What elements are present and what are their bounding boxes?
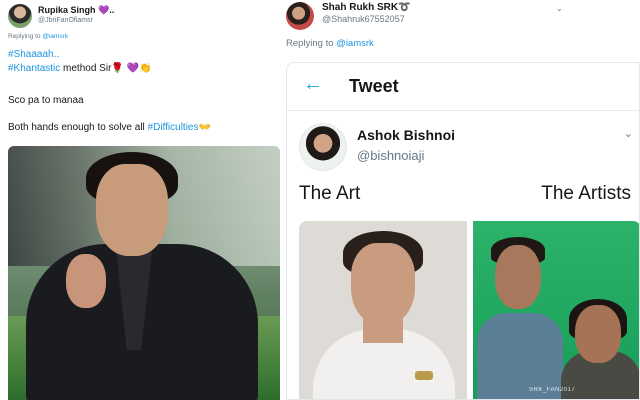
embedded-tweet-screenshot[interactable]: ← Tweet Ashok Bishnoi @bishnoiaji ⌄ The … xyxy=(286,62,640,400)
chevron-down-icon[interactable]: ⌄ xyxy=(556,4,563,13)
replying-prefix: Replying to xyxy=(286,38,334,49)
tweet-text: method Sir🌹 💜👏 xyxy=(60,63,152,74)
embedded-header-bar: ← Tweet xyxy=(287,63,639,111)
portrait-photo xyxy=(299,221,467,399)
tweet-line-1: #Shaaaah.. xyxy=(8,48,59,61)
left-tweet-header: Rupika Singh 💜.. @JbriFanOfiamsr xyxy=(8,4,278,30)
man-head xyxy=(495,245,541,309)
embedded-author-name: Ashok Bishnoi xyxy=(357,127,456,143)
watermark: SRK_FAN2017 xyxy=(529,387,576,393)
replying-to: Replying to @iamsrk xyxy=(286,38,374,49)
caption-right: The Artists xyxy=(541,183,631,204)
display-name[interactable]: Shah Rukh SRK➰ xyxy=(322,2,411,13)
replying-prefix: Replying to xyxy=(8,33,41,40)
replying-to-link[interactable]: @iamsrk xyxy=(42,33,68,40)
artists-photo: SRK_FAN2017 xyxy=(473,221,639,399)
tweet-photo[interactable] xyxy=(8,146,280,400)
thumbs-up-hand xyxy=(66,254,106,308)
tweet-line-2: #Khantastic method Sir🌹 💜👏 xyxy=(8,62,152,75)
right-tweet: ⌄ Shah Rukh SRK➰ @Shahruk67552057 Replyi… xyxy=(284,0,640,400)
hashtag-link[interactable]: #Difficulties xyxy=(148,122,199,133)
avatar[interactable] xyxy=(8,4,32,28)
embedded-author-handle: @bishnoiaji xyxy=(357,148,425,163)
tweet-line-3: Sco pa to manaa xyxy=(8,95,84,106)
embedded-header-title: Tweet xyxy=(349,76,399,96)
hashtag-link[interactable]: #Khantastic xyxy=(8,63,60,74)
handle[interactable]: @JbriFanOfiamsr xyxy=(38,17,93,24)
brooch xyxy=(415,371,433,380)
replying-to-link[interactable]: @iamsrk xyxy=(336,38,374,49)
person-head xyxy=(96,164,168,256)
tweet-line-4: Both hands enough to solve all #Difficul… xyxy=(8,121,211,134)
hashtag-link[interactable]: #Shaaaah.. xyxy=(8,49,59,60)
person-head xyxy=(351,243,415,325)
left-tweet: Rupika Singh 💜.. @JbriFanOfiamsr Replyin… xyxy=(0,0,284,400)
display-name[interactable]: Rupika Singh 💜.. xyxy=(38,5,114,16)
woman-head xyxy=(575,305,621,363)
chevron-down-icon: ⌄ xyxy=(623,128,633,140)
handle[interactable]: @Shahruk67552057 xyxy=(322,14,405,24)
tweet-text: Both hands enough to solve all xyxy=(8,122,148,133)
page: Rupika Singh 💜.. @JbriFanOfiamsr Replyin… xyxy=(0,0,640,400)
avatar[interactable] xyxy=(286,2,314,30)
tweet-emoji: 👐 xyxy=(198,122,211,133)
replying-to: Replying to @iamsrk xyxy=(8,33,68,40)
caption-left: The Art xyxy=(299,183,361,204)
embedded-avatar xyxy=(299,123,347,171)
arrow-left-icon: ← xyxy=(303,73,323,95)
